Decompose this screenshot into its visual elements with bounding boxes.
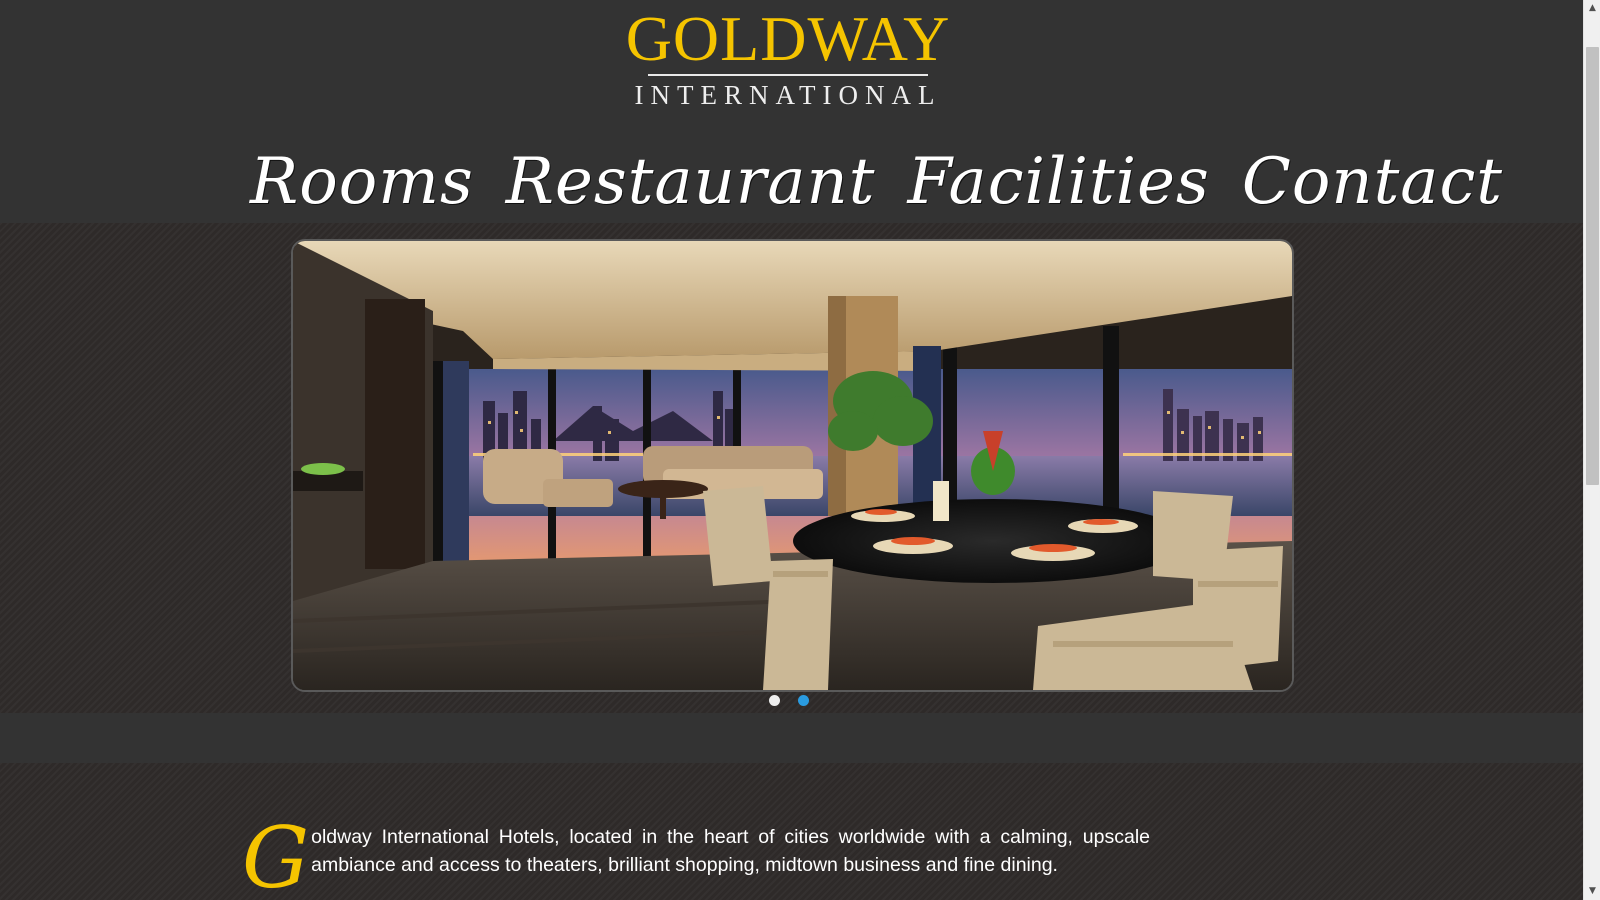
logo-brand-name: GOLDWAY [625,3,951,74]
slide-dot-2[interactable] [798,695,809,706]
scroll-up-arrow-icon[interactable]: ▲ [1584,0,1600,17]
divider-band [0,713,1583,763]
page: GOLDWAY INTERNATIONAL Rooms Restaurant F… [0,0,1583,900]
logo-subtitle: INTERNATIONAL [634,80,942,110]
slider-pagination [769,695,809,706]
scrollbar-thumb[interactable] [1586,47,1599,485]
goldway-logo[interactable]: GOLDWAY INTERNATIONAL [612,6,964,114]
image-slider [0,223,1583,713]
site-header: GOLDWAY INTERNATIONAL Rooms Restaurant F… [0,0,1583,223]
intro-paragraph: Goldway International Hotels, located in… [242,816,1150,900]
nav-facilities[interactable]: Facilities [907,144,1209,220]
nav-rooms[interactable]: Rooms [250,144,474,220]
page-scrollbar[interactable]: ▲ ▼ [1583,0,1600,900]
intro-text: oldway International Hotels, located in … [311,825,1150,876]
slide-dot-1[interactable] [769,695,780,706]
nav-contact[interactable]: Contact [1242,144,1503,220]
main-nav: Rooms Restaurant Facilities Contact [250,140,1502,220]
intro-section: Goldway International Hotels, located in… [0,763,1583,900]
logo-divider [648,74,928,76]
suite-photo [293,241,1292,690]
scroll-down-arrow-icon[interactable]: ▼ [1584,883,1600,900]
slide-image [291,239,1294,692]
nav-restaurant[interactable]: Restaurant [506,144,876,220]
intro-drop-cap: G [242,808,310,900]
